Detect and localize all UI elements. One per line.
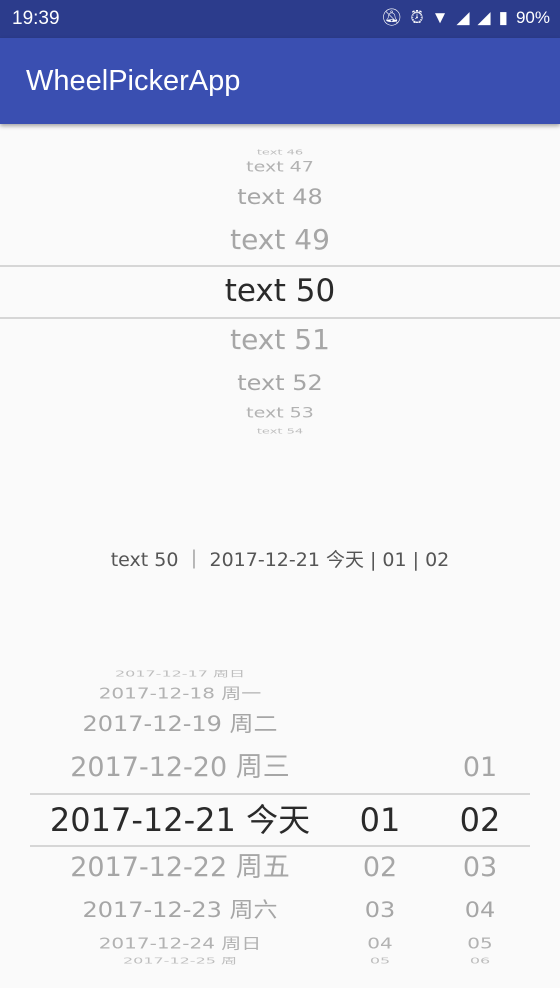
selection-line-top: [30, 793, 530, 795]
signal-icon: ◢: [456, 8, 470, 27]
wheel-item[interactable]: text 49: [0, 226, 560, 254]
battery-icon: ▮: [498, 8, 508, 27]
status-icons: 🔕︎ ⏰︎ ▼ ◢ ◢ ▮ 90%: [381, 8, 550, 28]
wheel-item[interactable]: 06: [430, 957, 530, 965]
wheel-item[interactable]: 2017-12-25 周: [30, 957, 330, 965]
wheel-item-selected[interactable]: 02: [430, 804, 530, 836]
hour-wheel-picker[interactable]: 01 02 03 04 05: [330, 670, 430, 965]
wheel-item[interactable]: 04: [430, 899, 530, 920]
wheel-item-selected[interactable]: 01: [330, 804, 430, 836]
status-bar: 19:39 🔕︎ ⏰︎ ▼ ◢ ◢ ▮ 90%: [0, 0, 560, 38]
wheel-item[interactable]: 2017-12-17 周日: [30, 670, 330, 678]
wheel-item[interactable]: 2017-12-20 周三: [30, 754, 330, 781]
text-wheel-picker[interactable]: text 46 text 47 text 48 text 49 text 50 text …: [0, 140, 560, 440]
wheel-item[interactable]: 2017-12-23 周六: [30, 899, 330, 920]
wheel-item[interactable]: 04: [330, 936, 430, 951]
wheel-item[interactable]: 01: [430, 754, 530, 781]
wheel-item-selected[interactable]: text 50: [0, 276, 560, 307]
wheel-item[interactable]: 2017-12-18 周一: [30, 686, 330, 701]
wheel-item[interactable]: 05: [430, 936, 530, 951]
wheel-item[interactable]: 03: [430, 854, 530, 881]
wheel-item-selected[interactable]: 2017-12-21 今天: [30, 804, 330, 836]
selection-line-top: [0, 265, 560, 267]
wheel-item[interactable]: 2017-12-22 周五: [30, 854, 330, 881]
wheel-item[interactable]: 02: [330, 854, 430, 881]
app-bar: WheelPickerApp: [0, 38, 560, 124]
wheel-item[interactable]: 2017-12-24 周日: [30, 936, 330, 951]
selection-line-bottom: [30, 845, 530, 847]
selection-summary: text 50 ｜ 2017-12-21 今天 | 01 | 02: [110, 549, 450, 571]
wheel-item[interactable]: text 51: [0, 326, 560, 354]
signal-icon: ◢: [477, 8, 491, 27]
status-time: 19:39: [12, 8, 60, 29]
alarm-icon: ⏰︎: [410, 8, 424, 27]
selection-line-bottom: [0, 317, 560, 319]
app-title: WheelPickerApp: [26, 65, 241, 97]
wheel-item[interactable]: text 48: [0, 186, 560, 208]
bell-off-icon: 🔕︎: [380, 8, 403, 27]
wheel-item[interactable]: 05: [330, 957, 430, 965]
wheel-item[interactable]: 2017-12-19 周二: [30, 713, 330, 734]
wheel-item[interactable]: text 52: [0, 372, 560, 394]
wheel-item[interactable]: 03: [330, 899, 430, 920]
wifi-icon: ▼: [431, 8, 449, 27]
wheel-item[interactable]: text 46: [0, 149, 560, 156]
wheel-item[interactable]: text 47: [0, 160, 560, 174]
minute-wheel-picker[interactable]: 01 02 03 04 05 06: [430, 670, 530, 965]
wheel-item[interactable]: text 53: [0, 406, 560, 420]
battery-percent: 90%: [515, 8, 550, 27]
date-wheel-picker[interactable]: 2017-12-17 周日 2017-12-18 周一 2017-12-19 周二 2…: [30, 670, 330, 965]
wheel-item[interactable]: text 54: [0, 428, 560, 435]
